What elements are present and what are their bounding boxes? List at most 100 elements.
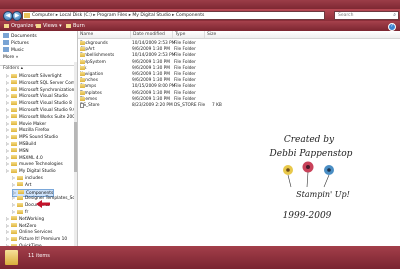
views-button[interactable]: Views ▾ <box>36 21 62 31</box>
column-header-row: Name Date modified Type Size <box>78 31 400 39</box>
tree-item[interactable]: ▷ Microsoft Visual Studio 9.0 <box>6 107 76 113</box>
folder-icon <box>80 41 85 45</box>
file-row[interactable]: Embellishments 10/14/2009 2:53 PM File Fol… <box>78 53 400 58</box>
column-name[interactable]: Name <box>78 31 93 38</box>
expand-arrow-icon[interactable]: ▷ <box>6 236 10 242</box>
tree-item[interactable]: ▷ Mozilla Firefox <box>6 127 49 133</box>
file-name-cell: ClipArt <box>80 47 95 52</box>
tree-item[interactable]: ▷ NetZero <box>6 223 36 229</box>
expand-arrow-icon[interactable]: ▷ <box>6 87 10 93</box>
folder-icon <box>24 13 30 18</box>
tree-item[interactable]: ▷ MSXML 4.0 <box>6 155 43 161</box>
tree-item[interactable]: ▷ Microsoft Silverlight <box>6 73 62 79</box>
more-link[interactable]: More » <box>3 55 18 61</box>
tree-item[interactable]: ▷ Art <box>12 182 31 188</box>
file-name-cell: Embellishments <box>80 53 114 58</box>
file-name-cell: Ink <box>80 65 86 71</box>
folder-icon <box>11 223 17 228</box>
forward-arrow-icon[interactable]: ▶ <box>12 11 22 21</box>
expand-arrow-icon[interactable]: ▷ <box>6 161 10 167</box>
file-row[interactable]: Stamps 10/15/2009 8:00 PM File Folder <box>78 84 400 89</box>
favorite-pictures[interactable]: Pictures <box>3 40 29 47</box>
tree-item[interactable]: ▷ Picture It! Premium 10 <box>6 236 67 242</box>
folder-icon <box>11 141 17 146</box>
expand-arrow-icon[interactable]: ▷ <box>6 168 10 174</box>
tree-item[interactable]: ▷ includes <box>12 175 43 181</box>
expand-arrow-icon[interactable]: ▷ <box>6 223 10 229</box>
expand-arrow-icon[interactable]: ▷ <box>6 229 10 235</box>
tree-item[interactable]: ▷ Microsoft Visual Studio 8 <box>6 100 72 106</box>
expand-arrow-icon[interactable]: ▷ <box>6 216 10 222</box>
watermark-line2: Debbi Pappenstop <box>269 149 353 159</box>
help-icon[interactable]: ? <box>388 23 396 31</box>
file-row[interactable]: HelpSystem 9/6/2009 1:30 PM File Folder <box>78 59 400 65</box>
tree-item[interactable]: ▷ Movie Maker <box>6 121 46 127</box>
expand-arrow-icon[interactable]: ▷ <box>6 73 10 79</box>
tree-item[interactable]: ▷ Online Services <box>6 229 52 235</box>
tree-item-label: Online Services <box>19 230 53 236</box>
tree-item[interactable]: ▷ MPS Sound Studio <box>6 134 58 140</box>
folder-icon <box>11 229 17 234</box>
column-date[interactable]: Date modified <box>130 31 165 38</box>
tree-scrollbar[interactable] <box>74 62 77 246</box>
file-date: 10/15/2009 8:00 PM <box>132 84 176 90</box>
tree-item-label: Microsoft Visual Studio 8 <box>19 101 72 107</box>
expand-arrow-icon[interactable]: ▷ <box>12 195 16 201</box>
expand-arrow-icon[interactable]: ▷ <box>12 209 16 215</box>
organize-button[interactable]: Organize ▾ <box>4 21 38 31</box>
expand-arrow-icon[interactable]: ▷ <box>12 182 16 188</box>
tree-item[interactable]: ▷ NetWorking <box>6 216 44 222</box>
tree-item[interactable]: ▷ Microsoft Works Suite 2005 <box>6 114 77 120</box>
folder-icon <box>80 47 85 52</box>
tree-item[interactable]: ▷ My Digital Studio <box>6 168 56 174</box>
expand-arrow-icon[interactable]: ▷ <box>12 175 16 181</box>
file-row[interactable]: Templates 9/6/2009 1:30 PM File Folder <box>78 90 400 96</box>
tree-item-label: MSXML 4.0 <box>19 155 43 161</box>
tree-item-label: MSBuild <box>19 142 37 147</box>
tree-item-label: MPS Sound Studio <box>19 135 58 141</box>
search-icon[interactable]: ⌕ <box>393 12 396 19</box>
address-field[interactable]: Computer ▸ Local Disk (C:) ▸ Program Fil… <box>22 11 325 20</box>
burn-button[interactable]: Burn <box>66 21 85 31</box>
favorite-music[interactable]: Music <box>3 47 24 54</box>
expand-arrow-icon[interactable]: ▷ <box>6 121 10 127</box>
search-input[interactable]: Search ⌕ <box>334 11 399 20</box>
folders-header[interactable]: Folders ▴ <box>0 65 77 72</box>
expand-arrow-icon[interactable]: ▷ <box>6 114 10 120</box>
file-type: File Folder <box>174 53 196 59</box>
file-row[interactable]: DS_Store 8/23/2009 2:20 PM DS_STORE File 7 … <box>78 103 400 108</box>
expand-arrow-icon[interactable]: ▷ <box>12 202 16 208</box>
tree-item[interactable]: ▷ fr <box>12 209 28 215</box>
folder-icon <box>80 59 85 64</box>
tree-item[interactable]: ▷ muvee Technologies <box>6 161 63 167</box>
file-row[interactable]: Themes 9/6/2009 1:30 PM File Folder <box>78 96 400 102</box>
tree-item[interactable]: ▷ Microsoft Synchronization <box>6 87 74 93</box>
favorite-documents[interactable]: Documents <box>3 33 37 40</box>
watermark-line1: Created by <box>284 135 335 145</box>
file-name-cell: Templates <box>80 90 102 96</box>
tree-item[interactable]: ▷ Microsoft SQL Server Compac <box>6 80 77 86</box>
file-row[interactable]: Punches 9/6/2009 1:30 PM File Folder <box>78 78 400 83</box>
expand-arrow-icon[interactable]: ▷ <box>6 155 10 161</box>
file-date: 10/14/2009 2:53 PM <box>132 53 176 59</box>
expand-arrow-icon[interactable]: ▷ <box>6 80 10 86</box>
file-row[interactable]: Backgrounds 10/14/2009 2:53 PM File Folder <box>78 41 400 46</box>
column-size[interactable]: Size <box>204 31 216 38</box>
expand-arrow-icon[interactable]: ▷ <box>6 127 10 133</box>
expand-arrow-icon[interactable]: ▷ <box>6 141 10 147</box>
tree-item[interactable]: ▷ Microsoft Visual Studio <box>6 93 68 99</box>
tree-scroll-thumb[interactable] <box>74 122 77 172</box>
column-type[interactable]: Type <box>172 31 185 38</box>
expand-arrow-icon[interactable]: ▷ <box>6 134 10 140</box>
tree-item[interactable]: ▷ MSN <box>6 148 29 154</box>
file-type: File Folder <box>174 72 196 77</box>
expand-arrow-icon[interactable]: ▷ <box>6 100 10 106</box>
file-row[interactable]: Navigation 9/6/2009 1:30 PM File Folder <box>78 72 400 77</box>
expand-arrow-icon[interactable]: ▷ <box>6 93 10 99</box>
expand-arrow-icon[interactable]: ▷ <box>6 107 10 113</box>
expand-arrow-icon[interactable]: ▷ <box>6 148 10 154</box>
file-row[interactable]: ClipArt 9/6/2009 1:30 PM File Folder <box>78 47 400 52</box>
file-row[interactable]: Ink 9/6/2009 1:30 PM File Folder <box>78 65 400 71</box>
music-icon <box>3 47 9 52</box>
tree-item[interactable]: ▷ MSBuild <box>6 141 36 147</box>
